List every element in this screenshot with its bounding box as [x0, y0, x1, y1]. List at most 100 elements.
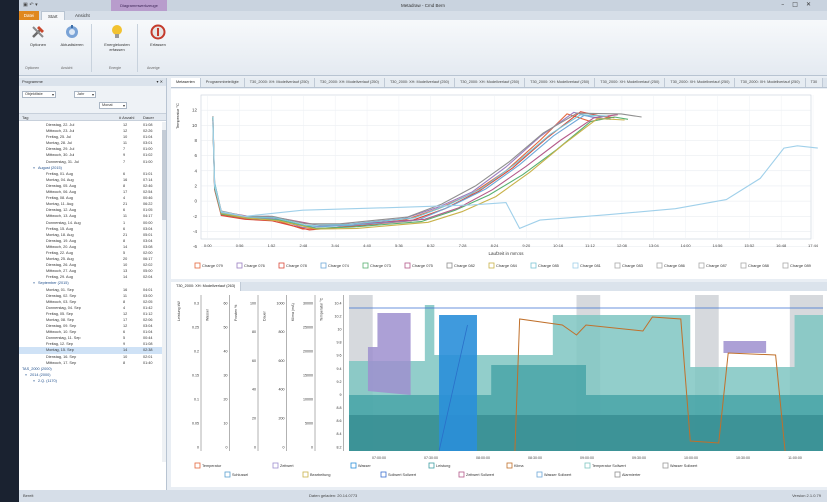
list-scrollbar[interactable] — [162, 122, 166, 462]
y-tick-label: 800 — [279, 330, 285, 334]
legend-checkbox[interactable] — [656, 262, 663, 269]
area-series[interactable] — [349, 415, 823, 451]
chart-tab[interactable]: T30_2000: XH: Modellverlauf (250) — [735, 78, 806, 87]
capture-button[interactable]: Erfassen — [143, 24, 173, 47]
legend-checkbox[interactable] — [614, 471, 621, 478]
x-tick-label: 10:16 — [553, 243, 564, 248]
legend-checkbox[interactable] — [584, 462, 591, 469]
chart-tab[interactable]: T30 — [805, 78, 824, 87]
y-tick-label: 0 — [311, 445, 313, 449]
area-series[interactable] — [439, 315, 477, 451]
axis-title: Temperatur °C — [320, 297, 324, 321]
row-label: 2.Q. (1170) — [38, 378, 57, 383]
legend-checkbox[interactable] — [362, 262, 369, 269]
legend-checkbox[interactable] — [458, 471, 465, 478]
energy-costs-button[interactable]: Energiekosten erfassen — [99, 24, 135, 52]
legend-checkbox[interactable] — [782, 262, 789, 269]
legend-checkbox[interactable] — [194, 462, 201, 469]
legend-checkbox[interactable] — [506, 462, 513, 469]
options-label: Optionen — [29, 42, 47, 47]
ribbon-tab-bar: Datei Start Ansicht — [19, 11, 827, 20]
y-tick-label: 6 — [194, 153, 197, 158]
expander-icon[interactable]: ▿ — [33, 378, 35, 384]
legend-checkbox[interactable] — [278, 262, 285, 269]
legend-checkbox[interactable] — [740, 262, 747, 269]
chart-tab[interactable]: T30_2000: XH: Modellverlauf (250) — [525, 78, 596, 87]
tab-file[interactable]: Datei — [19, 11, 39, 20]
maximize-icon[interactable]: □ — [792, 1, 806, 8]
tree-group-row[interactable]: ▿ 2.Q. (1170) — [19, 378, 166, 384]
legend-checkbox[interactable] — [236, 262, 243, 269]
chart-tab[interactable]: T30_2000: XH: Modellverlauf (250) — [455, 78, 526, 87]
y-tick-label: 9.2 — [337, 380, 342, 384]
legend-checkbox[interactable] — [224, 471, 231, 478]
pin-icon[interactable]: ▾ ✕ — [157, 78, 163, 86]
refresh-button[interactable]: Aktualisieren — [57, 24, 87, 47]
col-count[interactable]: # Anzahl — [119, 114, 134, 121]
scrollbar-thumb[interactable] — [162, 130, 166, 220]
options-button[interactable]: Optionen — [23, 24, 53, 47]
legend-checkbox[interactable] — [320, 262, 327, 269]
y-tick-label: 60 — [224, 301, 228, 305]
tab-start[interactable]: Start — [41, 11, 65, 20]
x-tick-label: 15:52 — [744, 243, 755, 248]
col-duration[interactable]: Dauer — [143, 114, 154, 121]
y-tick-label: 0 — [194, 199, 197, 204]
col-day[interactable]: Tag — [22, 114, 28, 121]
process-chart-svg: Leistung kW 0.3 0.25 0.2 0.15 0.1 0.05 0 Wasser 6… — [177, 295, 823, 478]
area-series[interactable] — [723, 341, 767, 353]
y-tick-label: 0.25 — [192, 325, 199, 329]
legend-checkbox[interactable] — [350, 462, 357, 469]
chart2-tab[interactable]: T30_2000: XH: Modellverlauf (263) — [171, 282, 242, 291]
legend-checkbox[interactable] — [194, 262, 201, 269]
month-dropdown[interactable]: Monat — [99, 102, 127, 109]
y-tick-label: 10 — [224, 421, 228, 425]
y-axis-label: Temperatur °C — [175, 103, 180, 129]
legend-checkbox[interactable] — [272, 462, 279, 469]
legend-checkbox[interactable] — [698, 262, 705, 269]
axis-title: Leistung kW — [177, 301, 181, 321]
ribbon: Optionen Aktualisieren Energiekosten erf… — [19, 20, 827, 76]
window-controls[interactable]: –□✕ — [781, 1, 819, 8]
title-bar: ▣ ↶ ▾ Diagrammwerkzeuge Metadraw - Cmd B… — [19, 0, 827, 11]
minimize-icon[interactable]: – — [781, 1, 792, 8]
chart-tab[interactable]: T30_2000: XH: Modellverlauf (250) — [314, 78, 385, 87]
y-tick-label: 25000 — [303, 325, 313, 329]
tab-view[interactable]: Ansicht — [69, 11, 96, 20]
y-tick-label: 0 — [254, 445, 256, 449]
y-tick-label: 8.4 — [337, 432, 342, 436]
legend-checkbox[interactable] — [446, 262, 453, 269]
legend-checkbox[interactable] — [614, 262, 621, 269]
legend-label: Charge 086 — [664, 263, 686, 268]
y-tick-label: 0.15 — [192, 373, 199, 377]
legend-checkbox[interactable] — [572, 262, 579, 269]
x-tick-label: 07:00:00 — [372, 456, 386, 460]
chart-tab[interactable]: T30_2000: XH: Modellverlauf (250) — [244, 78, 315, 87]
legend-checkbox[interactable] — [380, 471, 387, 478]
bulb-icon — [112, 25, 122, 38]
legend-checkbox[interactable] — [488, 262, 495, 269]
y-tick-label: 10.4 — [335, 301, 342, 305]
y-tick-label: 10 — [192, 123, 198, 128]
y-tick-label: 0.3 — [194, 301, 199, 305]
legend-checkbox[interactable] — [536, 471, 543, 478]
close-icon[interactable]: ✕ — [806, 1, 819, 8]
legend-checkbox[interactable] — [302, 471, 309, 478]
object-list-dropdown[interactable]: Objektliste — [22, 91, 56, 98]
legend-label: Charge 075 — [412, 263, 434, 268]
year-dropdown[interactable]: Jahr — [74, 91, 96, 98]
x-tick-label: 09:30:00 — [632, 456, 646, 460]
chart-tab[interactable]: T30_2000: XH: Modellverlauf (250) — [384, 78, 456, 87]
status-bar: Bereit Daten geladen: 20.14.0773 Version… — [19, 490, 827, 502]
legend-label: Temperatur — [202, 464, 222, 468]
chart-tab[interactable]: T30_2000: XH: Modellverlauf (250) — [665, 78, 736, 87]
chart-tab[interactable]: Programmbeteiligte — [200, 78, 245, 87]
legend-checkbox[interactable] — [662, 462, 669, 469]
chart-tab[interactable]: Metaserien — [171, 78, 201, 87]
legend-label: Charge 076 — [244, 263, 266, 268]
chart-tab[interactable]: T30_2000: XH: Modellverlauf (250) — [595, 78, 666, 87]
legend-checkbox[interactable] — [428, 462, 435, 469]
y-tick-label: 80 — [252, 330, 256, 334]
legend-checkbox[interactable] — [530, 262, 537, 269]
legend-checkbox[interactable] — [404, 262, 411, 269]
